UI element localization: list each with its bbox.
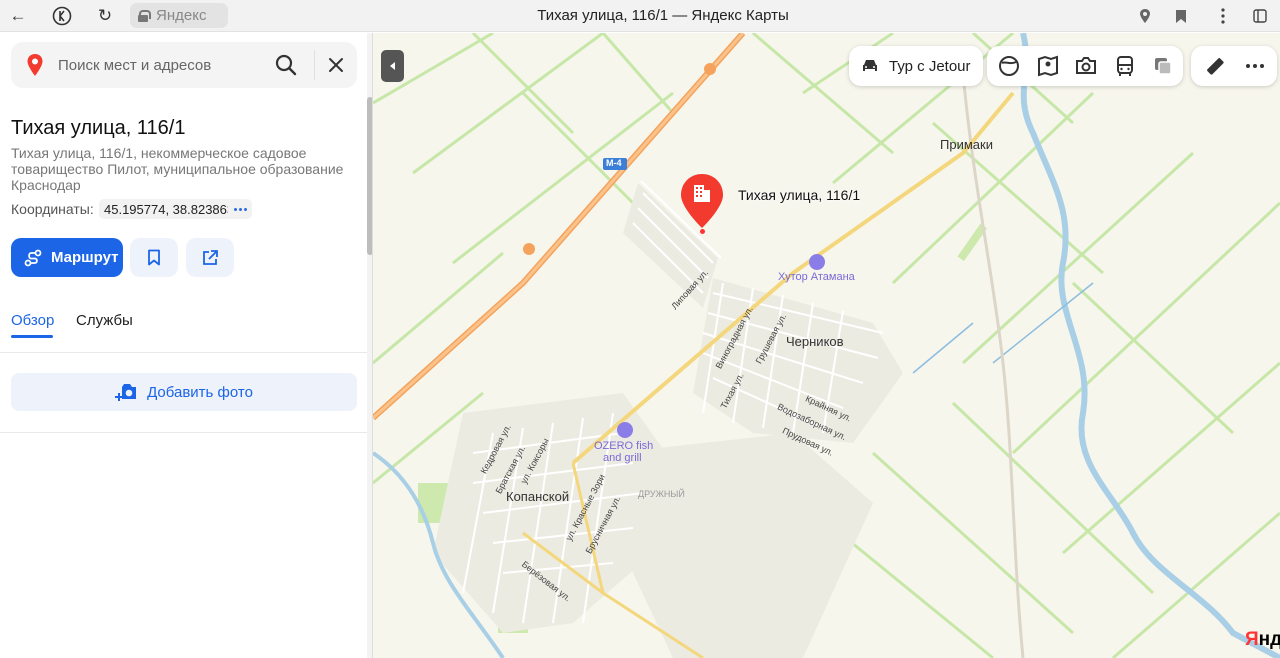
add-photo-label: Добавить фото (147, 383, 253, 401)
url-text: Яндекс (156, 7, 207, 24)
tools-toolbar (1191, 46, 1277, 86)
bookmark-icon[interactable] (1169, 4, 1193, 28)
window-icon[interactable] (1248, 4, 1272, 28)
camera-plus-icon (115, 384, 137, 401)
coordinates-label: Координаты: (11, 201, 94, 217)
route-icon (24, 249, 42, 267)
search-input[interactable] (58, 42, 258, 88)
tab-underline (11, 335, 53, 338)
divider (0, 352, 367, 353)
ruler-icon[interactable] (1203, 54, 1227, 78)
poi-label-ozero[interactable]: OZERO fish (594, 440, 653, 452)
address-bar[interactable]: Яндекс (130, 3, 228, 28)
map-view[interactable]: М-4 Примаки Черников Копанской ДРУЖНЫЙ Х… (373, 33, 1280, 658)
bus-icon[interactable] (1113, 54, 1137, 78)
route-button[interactable]: Маршрут (11, 238, 123, 277)
location-icon[interactable] (1133, 4, 1157, 28)
place-label-druzhny[interactable]: ДРУЖНЫЙ (638, 489, 685, 499)
route-button-label: Маршрут (51, 249, 119, 266)
share-icon (203, 249, 218, 265)
reload-icon[interactable]: ↻ (93, 4, 117, 28)
pin-label[interactable]: Тихая улица, 116/1 (738, 187, 860, 203)
place-label-chernikov[interactable]: Черников (786, 334, 844, 349)
car-icon (863, 60, 877, 71)
panorama-icon[interactable] (1036, 54, 1060, 78)
place-address: Тихая улица, 116/1, некоммерческое садов… (11, 145, 344, 193)
menu-icon[interactable] (1211, 4, 1235, 28)
search-divider (314, 50, 315, 80)
share-button[interactable] (186, 238, 234, 277)
ad-button[interactable]: Тур с Jetour (849, 46, 983, 86)
tab-services[interactable]: Службы (76, 312, 133, 329)
tab-overview[interactable]: Обзор (11, 312, 54, 329)
road-label-m4: М-4 (606, 158, 622, 168)
coordinates-value[interactable]: 45.195774, 38.823863 (99, 199, 240, 219)
more-icon[interactable] (228, 199, 252, 219)
browser-bar: ← ↻ Яндекс Тихая улица, 116/1 — Яндекс К… (0, 0, 1280, 32)
place-label-kopanskoy[interactable]: Копанской (506, 489, 569, 504)
back-icon[interactable]: ← (6, 4, 30, 28)
location-pin-icon[interactable] (679, 172, 725, 230)
yandex-browser-icon[interactable] (50, 4, 74, 28)
collapse-sidebar-button[interactable] (381, 50, 404, 82)
divider (0, 432, 367, 433)
search-icon[interactable] (274, 53, 298, 77)
close-icon[interactable] (324, 53, 348, 77)
search-box[interactable] (11, 42, 357, 88)
layers-toolbar (987, 46, 1183, 86)
add-photo-button[interactable]: Добавить фото (11, 373, 357, 411)
yandex-logo: Янд (1245, 629, 1280, 650)
ad-button-label: Тур с Jetour (889, 57, 971, 75)
poi-label-ozero-2[interactable]: and grill (603, 452, 642, 464)
camera-icon[interactable] (1074, 54, 1098, 78)
more-icon[interactable] (1243, 54, 1267, 78)
bookmark-icon (148, 249, 160, 266)
poi-label-hutor[interactable]: Хутор Атамана (778, 271, 855, 283)
pin-dot (700, 229, 705, 234)
map-pin-icon (27, 54, 43, 76)
layers-icon[interactable] (1151, 54, 1175, 78)
place-title: Тихая улица, 116/1 (11, 117, 186, 139)
map-layer-icon[interactable] (997, 54, 1021, 78)
bookmark-button[interactable] (130, 238, 178, 277)
place-label-primaki[interactable]: Примаки (940, 137, 993, 152)
lock-icon (138, 9, 151, 22)
sidebar: Тихая улица, 116/1 Тихая улица, 116/1, н… (0, 33, 373, 658)
